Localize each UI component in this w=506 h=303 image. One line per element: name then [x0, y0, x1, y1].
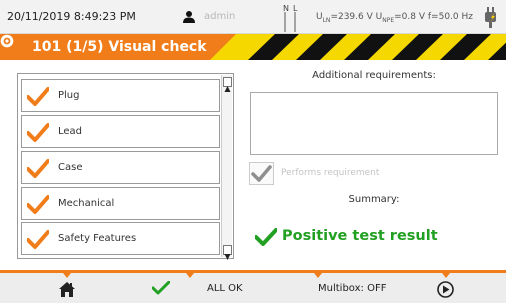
- all-ok-button[interactable]: ALL OK: [207, 283, 243, 294]
- checkmark-icon: [27, 87, 49, 106]
- visual-check-list: Plug Lead Case Mechanical Safety Feature…: [17, 73, 234, 260]
- user-icon: [183, 11, 195, 23]
- multibox-toggle[interactable]: Multibox: OFF: [318, 283, 386, 294]
- performs-requirement-label: Performs requirement: [281, 168, 380, 178]
- bottom-toolbar: ALL OK Multibox: OFF: [0, 270, 506, 303]
- mains-readings: ULN=239.6 V UNPE=0.8 V f=50.0 Hz: [316, 12, 473, 24]
- nl-indicator: N L: [282, 2, 300, 32]
- performs-requirement-checkbox[interactable]: [249, 162, 274, 185]
- page-title: 101 (1/5) Visual check: [32, 39, 207, 55]
- summary-label: Summary:: [348, 194, 400, 205]
- checklist-scrollbar[interactable]: [221, 75, 232, 260]
- check-item-label: Safety Features: [58, 233, 137, 244]
- check-item-mechanical[interactable]: Mechanical: [21, 187, 220, 220]
- datetime-display: 20/11/2019 8:49:23 PM: [7, 10, 136, 23]
- check-item-safety-features[interactable]: Safety Features: [21, 222, 220, 255]
- check-item-case[interactable]: Case: [21, 151, 220, 184]
- checkmark-icon: [27, 230, 49, 249]
- next-arrow-icon[interactable]: [437, 281, 454, 298]
- user-name: admin: [204, 11, 236, 22]
- arrow-down-icon: [224, 254, 231, 260]
- additional-requirements-label: Additional requirements:: [312, 70, 436, 81]
- check-item-label: Plug: [58, 90, 80, 101]
- check-item-lead[interactable]: Lead: [21, 115, 220, 148]
- result-checkmark-icon: [255, 228, 277, 246]
- status-bar: 20/11/2019 8:49:23 PM admin N L ULN=239.…: [0, 0, 506, 34]
- check-item-label: Case: [58, 162, 83, 173]
- checkmark-icon: [27, 123, 49, 142]
- plug-icon: [485, 7, 496, 28]
- check-item-plug[interactable]: Plug: [21, 79, 220, 112]
- tab-marker: [442, 273, 450, 278]
- checkmark-icon: [27, 159, 49, 178]
- title-bar: 101 (1/5) Visual check: [0, 34, 506, 60]
- checkmark-icon: [251, 165, 272, 182]
- tab-marker: [186, 273, 194, 278]
- scroll-down-button[interactable]: [223, 245, 232, 260]
- arrow-up-icon: [224, 86, 231, 92]
- check-item-label: Mechanical: [58, 198, 115, 209]
- home-icon[interactable]: [58, 281, 76, 298]
- tab-marker: [314, 273, 322, 278]
- checkmark-icon: [27, 195, 49, 214]
- scroll-up-button[interactable]: [223, 77, 232, 92]
- all-ok-checkmark-icon[interactable]: [152, 281, 170, 295]
- additional-requirements-field[interactable]: [250, 92, 498, 155]
- test-result: Positive test result: [282, 228, 438, 244]
- tab-marker: [63, 273, 71, 278]
- toolbar-accent-line: [0, 270, 506, 273]
- eye-icon: [0, 34, 14, 48]
- check-item-label: Lead: [58, 126, 83, 137]
